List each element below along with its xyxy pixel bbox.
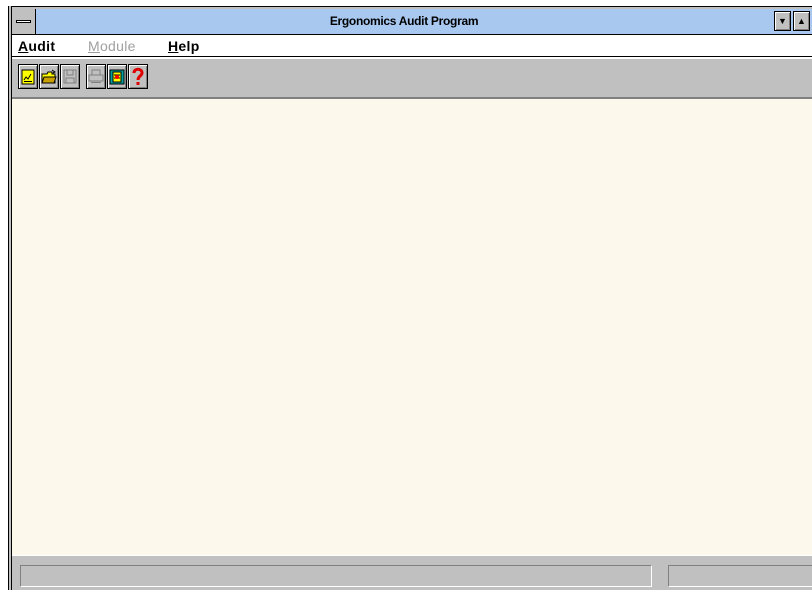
- window-title: Ergonomics Audit Program: [329, 14, 479, 28]
- module-tool-button[interactable]: [107, 64, 127, 89]
- maximize-button[interactable]: ▲: [793, 11, 810, 31]
- minimize-button[interactable]: ▼: [774, 11, 791, 31]
- status-pane-side: [668, 565, 812, 587]
- title-bar[interactable]: Ergonomics Audit Program ▼ ▲: [12, 9, 812, 35]
- print-button[interactable]: [86, 64, 106, 89]
- menu-help-label: elp: [178, 38, 200, 54]
- menu-bar: Audit Module Help: [12, 35, 812, 57]
- menu-audit-mnemonic: A: [18, 38, 29, 54]
- client-area[interactable]: [12, 99, 812, 555]
- open-button[interactable]: [39, 64, 59, 89]
- menu-audit-label: udit: [28, 38, 56, 54]
- help-button[interactable]: [128, 64, 148, 89]
- module-tool-icon: [109, 69, 125, 84]
- menu-module[interactable]: Module: [88, 37, 136, 55]
- menu-audit[interactable]: Audit: [18, 37, 55, 55]
- toolbar: [12, 57, 812, 99]
- menu-module-mnemonic: M: [88, 38, 100, 54]
- help-question-icon: [132, 67, 144, 85]
- menu-help[interactable]: Help: [168, 37, 200, 55]
- print-icon: [88, 69, 104, 83]
- save-disk-icon: [63, 69, 77, 84]
- menu-help-mnemonic: H: [168, 38, 179, 54]
- open-folder-icon: [41, 69, 57, 83]
- status-pane-main: [20, 565, 652, 587]
- save-button[interactable]: [60, 64, 80, 89]
- system-menu-icon[interactable]: [12, 9, 36, 34]
- status-bar: [12, 555, 812, 590]
- new-audit-button[interactable]: [18, 64, 38, 89]
- menu-module-label: odule: [99, 38, 136, 54]
- new-audit-icon: [21, 69, 35, 84]
